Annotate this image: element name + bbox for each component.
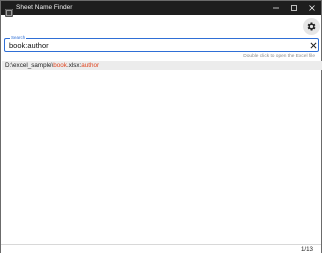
result-path-prefix: D:\excel_sample\ [5, 62, 54, 69]
settings-button[interactable] [303, 18, 320, 35]
gear-icon [307, 22, 316, 31]
open-file-hint: Double click to open the Excel file [243, 54, 315, 59]
maximize-button[interactable] [285, 1, 303, 15]
maximize-icon [291, 5, 297, 11]
result-file-match: book [53, 62, 67, 69]
title-bar[interactable]: Sheet Name Finder [1, 1, 321, 18]
result-row[interactable]: D:\excel_sample\book.xlsx:author [2, 61, 322, 70]
close-icon [310, 42, 316, 48]
app-window: Sheet Name Finder Search book:author Dou… [0, 0, 322, 254]
result-sheet-match: author [81, 62, 100, 69]
search-field[interactable]: Search book:author [4, 35, 319, 52]
close-icon [309, 5, 315, 11]
search-input[interactable]: book:author [9, 40, 49, 51]
minimize-button[interactable] [267, 1, 285, 15]
clear-search-button[interactable] [309, 41, 317, 49]
window-title: Sheet Name Finder [16, 4, 73, 11]
minimize-icon [273, 7, 279, 9]
close-window-button[interactable] [303, 1, 321, 15]
excel-app-icon [4, 4, 14, 18]
result-file-extension: .xlsx: [66, 62, 82, 69]
